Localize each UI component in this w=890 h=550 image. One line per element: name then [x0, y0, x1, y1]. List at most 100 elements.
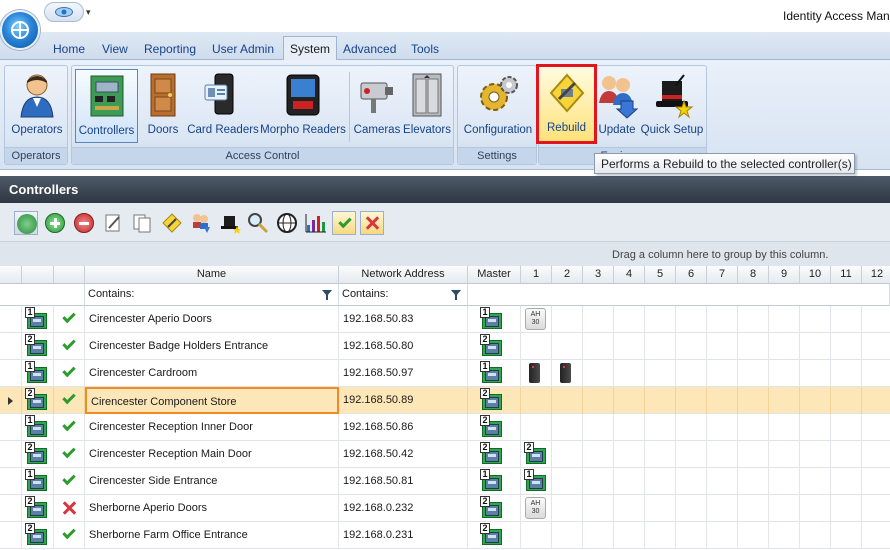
- slot-cell[interactable]: [862, 333, 890, 360]
- name-cell[interactable]: Sherborne Aperio Doors: [85, 495, 339, 522]
- slot-cell[interactable]: [769, 495, 800, 522]
- slot-cell[interactable]: [769, 522, 800, 549]
- slot-cell[interactable]: [800, 333, 831, 360]
- controller-type-cell[interactable]: 2: [22, 495, 54, 522]
- controller-type-cell[interactable]: 1: [22, 360, 54, 387]
- slot-cell[interactable]: [738, 360, 769, 387]
- morpho-readers-button[interactable]: Morpho Readers: [260, 69, 346, 143]
- slot-cell[interactable]: [769, 360, 800, 387]
- slot-cell[interactable]: [831, 468, 862, 495]
- slot-cell[interactable]: [583, 495, 614, 522]
- status-cell[interactable]: [54, 522, 85, 549]
- network-address-cell[interactable]: 192.168.50.86: [339, 414, 468, 441]
- slot-cell[interactable]: [862, 306, 890, 333]
- slot-cell[interactable]: [769, 414, 800, 441]
- card-readers-button[interactable]: Card Readers: [186, 69, 260, 143]
- slot-cell[interactable]: [614, 495, 645, 522]
- slot-cell[interactable]: [800, 441, 831, 468]
- slot-cell[interactable]: [645, 468, 676, 495]
- slot-cell[interactable]: [583, 306, 614, 333]
- slot-cell[interactable]: [583, 414, 614, 441]
- master-cell[interactable]: 1: [468, 360, 521, 387]
- qat-dropdown-icon[interactable]: ▾: [86, 7, 91, 18]
- controller-type-cell[interactable]: 2: [22, 522, 54, 549]
- slot-cell[interactable]: [738, 306, 769, 333]
- controller-type-cell[interactable]: 2: [22, 333, 54, 360]
- name-filter[interactable]: Contains:: [85, 284, 339, 306]
- group-by-area[interactable]: Drag a column here to group by this colu…: [0, 242, 890, 266]
- slot-cell[interactable]: [800, 387, 831, 414]
- master-cell[interactable]: 2: [468, 522, 521, 549]
- slot-cell[interactable]: [552, 414, 583, 441]
- header-slot-10[interactable]: 10: [800, 266, 831, 284]
- slot-cell[interactable]: [552, 522, 583, 549]
- slot-cell[interactable]: [800, 495, 831, 522]
- doors-button[interactable]: Doors: [142, 69, 184, 143]
- status-cell[interactable]: [54, 468, 85, 495]
- slot-cell[interactable]: [831, 441, 862, 468]
- network-address-cell[interactable]: 192.168.50.81: [339, 468, 468, 495]
- slot-cell[interactable]: [707, 522, 738, 549]
- slot-cell[interactable]: [645, 495, 676, 522]
- slot-cell[interactable]: [676, 468, 707, 495]
- network-address-cell[interactable]: 192.168.50.80: [339, 333, 468, 360]
- name-cell[interactable]: Cirencester Side Entrance: [85, 468, 339, 495]
- tab-advanced[interactable]: Advanced: [337, 39, 402, 60]
- table-row[interactable]: 1 Cirencester Reception Inner Door 192.168…: [0, 414, 890, 441]
- slot-cell[interactable]: [769, 333, 800, 360]
- slot-cell[interactable]: [583, 522, 614, 549]
- network-address-cell[interactable]: 192.168.50.97: [339, 360, 468, 387]
- slot-cell[interactable]: [614, 333, 645, 360]
- table-row[interactable]: 2 Sherborne Aperio Doors 192.168.0.232 2 AH 3…: [0, 495, 890, 522]
- tab-user-admin[interactable]: User Admin: [206, 39, 280, 60]
- header-slot-5[interactable]: 5: [645, 266, 676, 284]
- operators-button[interactable]: Operators: [7, 69, 67, 143]
- slot-cell[interactable]: [862, 468, 890, 495]
- status-cell[interactable]: [54, 441, 85, 468]
- table-row[interactable]: 2 Cirencester Reception Main Door 192.168.…: [0, 441, 890, 468]
- header-slot-12[interactable]: 12: [862, 266, 890, 284]
- header-slot-1[interactable]: 1: [521, 266, 552, 284]
- header-slot-6[interactable]: 6: [676, 266, 707, 284]
- slot-cell[interactable]: [738, 495, 769, 522]
- tab-view[interactable]: View: [96, 39, 134, 60]
- header-slot-7[interactable]: 7: [707, 266, 738, 284]
- status-cell[interactable]: [54, 414, 85, 441]
- slot-cell[interactable]: [738, 522, 769, 549]
- slot-cell[interactable]: [614, 414, 645, 441]
- name-cell[interactable]: Cirencester Component Store: [85, 387, 339, 414]
- slot-cell[interactable]: [862, 495, 890, 522]
- cameras-button[interactable]: Cameras: [353, 69, 401, 143]
- slot-cell[interactable]: [645, 387, 676, 414]
- slot-cell[interactable]: [800, 306, 831, 333]
- slot-cell[interactable]: [707, 441, 738, 468]
- network-button[interactable]: [275, 211, 299, 235]
- slot-cell[interactable]: [831, 333, 862, 360]
- tab-reporting[interactable]: Reporting: [138, 39, 202, 60]
- quick-setup-button[interactable]: Quick Setup: [639, 69, 705, 143]
- slot-cell[interactable]: [707, 414, 738, 441]
- table-row[interactable]: 1 Cirencester Side Entrance 192.168.50.81 1…: [0, 468, 890, 495]
- slot-cell[interactable]: [862, 441, 890, 468]
- slot-cell[interactable]: [676, 495, 707, 522]
- toolbar-rebuild-button[interactable]: [160, 211, 184, 235]
- controller-type-cell[interactable]: 1: [22, 414, 54, 441]
- search-button[interactable]: [246, 211, 270, 235]
- slot-cell[interactable]: [707, 387, 738, 414]
- refresh-button[interactable]: [14, 211, 38, 235]
- status-cell[interactable]: [54, 333, 85, 360]
- name-cell[interactable]: Cirencester Reception Inner Door: [85, 414, 339, 441]
- network-address-cell[interactable]: 192.168.50.83: [339, 306, 468, 333]
- network-address-cell[interactable]: 192.168.0.231: [339, 522, 468, 549]
- header-master[interactable]: Master: [468, 266, 521, 284]
- name-cell[interactable]: Sherborne Farm Office Entrance: [85, 522, 339, 549]
- status-cell[interactable]: [54, 360, 85, 387]
- slot-cell[interactable]: [676, 522, 707, 549]
- slot-cell[interactable]: [614, 360, 645, 387]
- reject-button[interactable]: [360, 211, 384, 235]
- configuration-button[interactable]: Configuration: [460, 69, 536, 143]
- address-filter[interactable]: Contains:: [339, 284, 468, 306]
- edit-button[interactable]: [101, 211, 125, 235]
- slot-cell[interactable]: [645, 414, 676, 441]
- slot-cell[interactable]: [800, 360, 831, 387]
